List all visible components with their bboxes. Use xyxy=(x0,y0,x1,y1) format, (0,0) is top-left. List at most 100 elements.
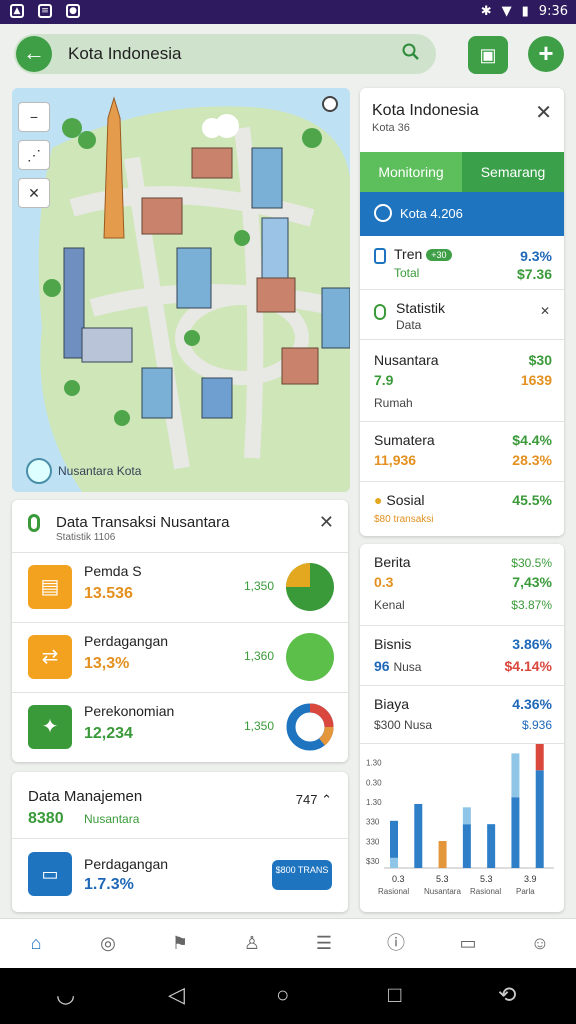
close-icon[interactable]: ✕ xyxy=(535,100,552,125)
row-value-3: 28.3% xyxy=(512,452,552,468)
menu-icon[interactable]: ☰ xyxy=(310,929,338,957)
briefcase-icon: ▤ xyxy=(28,565,72,609)
row-value-3: $4.14% xyxy=(504,658,552,674)
sim-icon: ≡ xyxy=(38,4,52,18)
list-item[interactable]: Nusantara 7.9 Rumah $30 1639 xyxy=(360,340,564,422)
bus-icon[interactable]: ▣ xyxy=(468,36,508,74)
y-tick-label: 1.30 xyxy=(366,759,382,768)
home-icon[interactable]: ⌂ xyxy=(22,929,50,957)
list-item[interactable]: ⇄ Perdagangan 13,3% 1,360 xyxy=(12,622,348,692)
divider xyxy=(12,838,348,839)
bar xyxy=(390,820,398,858)
list-item[interactable]: Sumatera 11,936 $4.4% 28.3% xyxy=(360,422,564,482)
item-value: 1.7.3% xyxy=(84,876,134,893)
layers-icon[interactable]: ⋰ xyxy=(18,140,50,170)
search-bar[interactable]: ← Kota Indonesia xyxy=(14,34,436,74)
x-tick-label: 0.3 xyxy=(392,874,405,884)
row-title: Tren +30 xyxy=(394,246,452,262)
info-banner[interactable]: Kota 4.206 xyxy=(360,192,564,236)
x-tick-label: 3.9 xyxy=(524,874,537,884)
rotate-icon[interactable]: ⟲ xyxy=(498,982,516,1008)
top-bar: ← Kota Indonesia ▣ + xyxy=(0,24,576,86)
panel-tabs: Monitoring Semarang xyxy=(360,152,564,192)
map-brand: Nusantara Kota xyxy=(26,458,141,484)
list-item[interactable]: Biaya $300 Nusa 4.36% $.936 xyxy=(360,686,564,744)
recents-icon[interactable]: □ xyxy=(388,982,401,1008)
flag-icon[interactable]: ⚑ xyxy=(166,929,194,957)
row-title: Berita xyxy=(374,554,411,570)
app-icon: ▲ xyxy=(10,4,24,18)
donut-chart-icon xyxy=(286,703,334,751)
transaction-button[interactable]: $800 TRANS xyxy=(272,860,332,890)
row-value-2: $7.36 xyxy=(516,266,552,282)
row-title: Sumatera xyxy=(374,432,435,448)
mode-icon: ● xyxy=(66,4,80,18)
compass-icon[interactable]: ◎ xyxy=(94,929,122,957)
item-name: Perdagangan xyxy=(84,856,169,872)
bar xyxy=(511,797,520,868)
add-button[interactable]: + xyxy=(528,36,564,72)
battery-icon: ▮ xyxy=(521,4,529,19)
list-item[interactable]: Bisnis 96 Nusa 3.86% $4.14% xyxy=(360,626,564,686)
list-item[interactable]: ✦ Perekonomian 12,234 1,350 xyxy=(12,692,348,762)
card-title: Data Transaksi Nusantara xyxy=(56,514,230,531)
user-pin-icon[interactable]: ♙ xyxy=(238,929,266,957)
stat-icon xyxy=(374,304,386,320)
card-title: Data Manajemen xyxy=(28,788,143,805)
x-axis-label: Nusantara xyxy=(424,887,461,896)
tab-monitoring[interactable]: Monitoring xyxy=(360,152,462,192)
city-info-panel: Kota Indonesia Kota 36 ✕ Monitoring Sema… xyxy=(360,88,564,536)
row-value: 0.3 xyxy=(374,574,394,590)
pie-chart-icon xyxy=(286,563,334,611)
card-payment-icon: ▭ xyxy=(28,852,72,896)
x-tick-label: 5.3 xyxy=(436,874,449,884)
back-icon[interactable]: ◁ xyxy=(168,982,185,1008)
city-map[interactable]: − ⋰ ✕ Nusantara Kota xyxy=(12,88,350,492)
item-value: 12,234 xyxy=(84,725,133,742)
x-tick-label: 5.3 xyxy=(480,874,493,884)
row-sub: Kenal xyxy=(374,598,405,612)
list-item[interactable]: ▤ Pemda S 13.536 1,350 xyxy=(12,552,348,622)
coin-icon: ● xyxy=(374,492,383,508)
item-name: Perekonomian xyxy=(84,703,175,719)
y-tick-label: 1.30 xyxy=(366,798,382,807)
row-title: Biaya xyxy=(374,696,410,712)
list-item[interactable]: Berita 0.3 Kenal $30.5% 7,43% $3.87% xyxy=(360,544,564,626)
list-item[interactable]: Tren +30 Total 9.3% $7.36 xyxy=(360,236,564,290)
location-pin-icon[interactable] xyxy=(322,96,338,112)
row-sub: Rumah xyxy=(374,396,413,410)
row-value-2: 3.86% xyxy=(512,636,552,652)
list-item[interactable]: ● Sosial $80 transaksi 45.5% xyxy=(360,482,564,536)
info-icon[interactable]: ⓘ xyxy=(382,929,410,957)
item-name: Perdagangan xyxy=(84,633,169,649)
close-icon[interactable]: ✕ xyxy=(540,304,550,318)
x-axis-label: Rasional xyxy=(378,887,409,896)
transactions-card: Data Transaksi Nusantara Statistik 1106 … xyxy=(12,500,348,762)
card-value: 8380 xyxy=(28,810,64,827)
search-input[interactable]: Kota Indonesia xyxy=(68,44,181,64)
item-value: 13,3% xyxy=(84,655,130,672)
phone-icon xyxy=(374,248,386,264)
list-item[interactable]: Statistik Data ✕ xyxy=(360,290,564,340)
tools-icon[interactable]: ✕ xyxy=(18,178,50,208)
bar xyxy=(535,770,544,868)
card-tag: Nusantara xyxy=(84,812,140,826)
tab-semarang[interactable]: Semarang xyxy=(462,152,564,192)
row-value-2: $4.4% xyxy=(512,432,552,448)
row-value: 96 Nusa xyxy=(374,658,422,674)
row-value: 9.3% xyxy=(520,248,552,264)
home-circle-icon[interactable]: ○ xyxy=(276,982,289,1008)
gesture-icon[interactable]: ◡ xyxy=(56,982,75,1008)
row-sub: Data xyxy=(396,318,422,332)
search-icon[interactable] xyxy=(402,43,420,61)
profile-icon[interactable]: ☺ xyxy=(526,929,554,957)
y-tick-label: $30 xyxy=(366,857,380,866)
laptop-icon[interactable]: ▭ xyxy=(454,929,482,957)
x-axis-label: Parla xyxy=(516,887,535,896)
card-count[interactable]: 747 ⌃ xyxy=(296,792,332,808)
zoom-icon[interactable]: − xyxy=(18,102,50,132)
bar xyxy=(414,803,423,868)
close-icon[interactable]: ✕ xyxy=(319,512,334,533)
bar xyxy=(535,744,544,771)
back-button[interactable]: ← xyxy=(16,36,52,72)
